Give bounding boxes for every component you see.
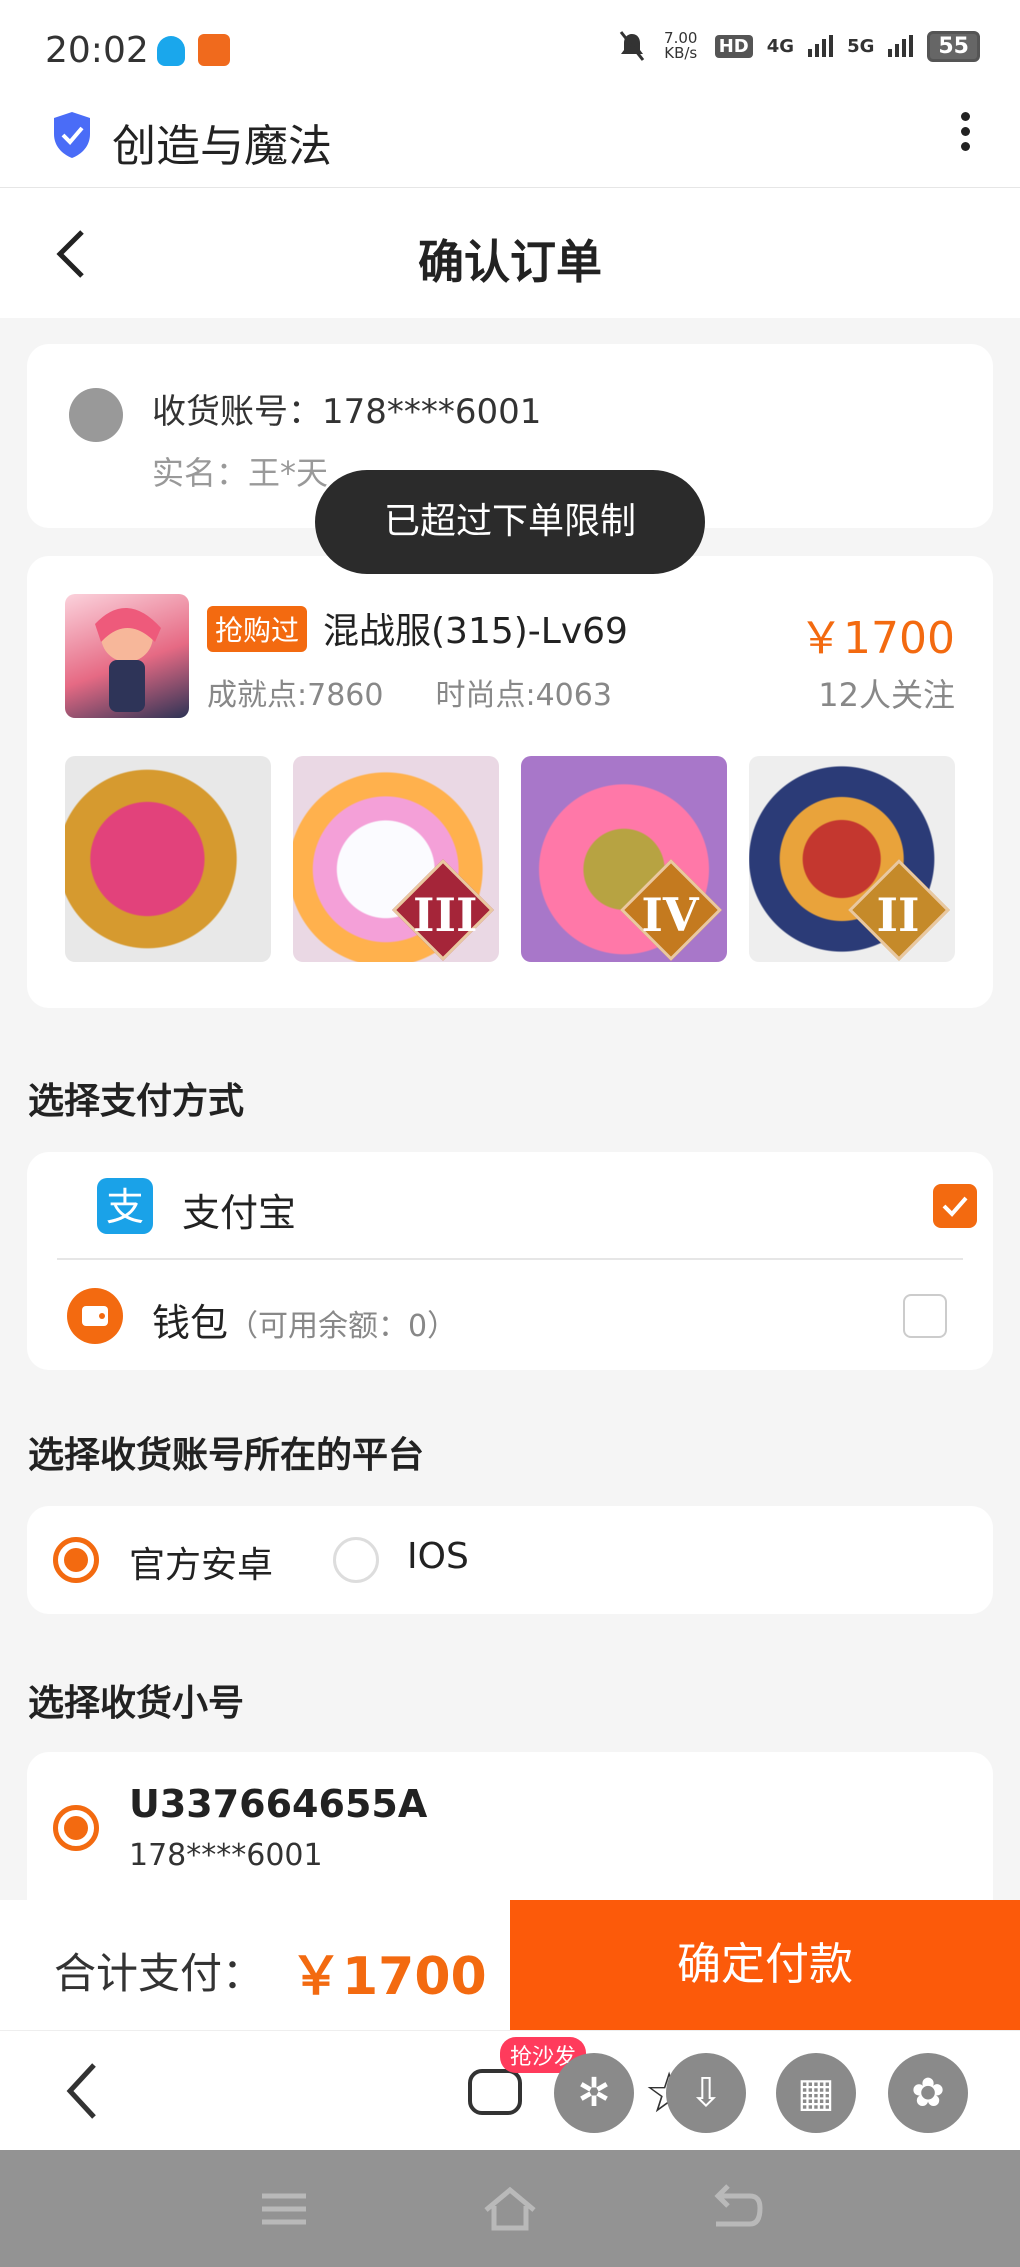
check-icon	[942, 1196, 968, 1217]
pet-image-bear[interactable]: IV	[521, 756, 727, 962]
payment-option-alipay[interactable]: 支 支付宝	[57, 1152, 977, 1260]
ios-label[interactable]: IOS	[407, 1536, 469, 1577]
payment-bar: 合计支付： ￥1700 确定付款	[0, 1900, 1020, 2030]
alipay-label: 支付宝	[182, 1191, 297, 1235]
net-speed: 7.00 KB/s	[664, 29, 698, 62]
status-time: 20:02	[45, 30, 149, 71]
pet-image-unicorn[interactable]: III	[293, 756, 499, 962]
hd-indicator: HD	[714, 34, 753, 58]
android-radio[interactable]	[53, 1537, 99, 1583]
app-title: 创造与魔法	[112, 121, 332, 172]
home-icon[interactable]	[480, 2184, 540, 2234]
download-icon[interactable]: ⇩	[666, 2053, 746, 2133]
toast-message: 已超过下单限制	[315, 470, 705, 574]
page-header: 确认订单	[0, 188, 1020, 318]
shield-check-icon	[54, 112, 90, 158]
svg-text:支: 支	[106, 1185, 144, 1229]
tier-label: II	[876, 888, 920, 942]
payment-methods-card: 支 支付宝 钱包（可用余额：0）	[27, 1152, 993, 1370]
browser-toolbar: 抢沙发 ✲ ☆ ⇩ ▦ ✿	[0, 2030, 1020, 2150]
signal-5g: 5G	[847, 35, 875, 57]
real-name: 实名：王*天	[152, 454, 329, 492]
follow-count: 12人关注	[818, 676, 955, 714]
fashion-points: 时尚点:4063	[435, 678, 612, 713]
more-menu-icon[interactable]	[950, 106, 980, 166]
product-stats: 成就点:7860 时尚点:4063	[207, 670, 612, 714]
wallet-label: 钱包（可用余额：0）	[152, 1292, 457, 1347]
product-name: 混战服(315)-Lv69	[323, 611, 628, 652]
mute-bell-icon	[619, 31, 644, 61]
character-thumbnail	[65, 594, 189, 718]
system-back-icon[interactable]	[706, 2184, 766, 2234]
achievement-points: 成就点:7860	[207, 678, 384, 713]
qq-notification-icon	[157, 36, 185, 66]
total-amount: ￥1700	[290, 1947, 487, 2007]
total-label: 合计支付：	[54, 1949, 265, 1998]
app-bar: 创造与魔法	[0, 100, 1020, 188]
wallet-balance: （可用余额：0）	[228, 1309, 458, 1344]
app-notification-icon	[198, 34, 230, 66]
small-account-radio[interactable]	[53, 1805, 99, 1851]
pet-image-beast[interactable]: II	[749, 756, 955, 962]
browser-back-icon[interactable]	[58, 2059, 108, 2123]
status-bar: 20:02 7.00 KB/s HD 4G 5G 55	[0, 0, 1020, 100]
comment-icon[interactable]	[468, 2069, 522, 2115]
menu-icon[interactable]	[254, 2184, 314, 2234]
small-account-card[interactable]: U337664655A 178****6001	[27, 1752, 993, 1902]
product-card[interactable]: 抢购过 混战服(315)-Lv69 ￥1700 成就点:7860 时尚点:4063…	[27, 556, 993, 1008]
signal-bars-icon	[808, 35, 834, 57]
wallet-checkbox[interactable]	[903, 1294, 947, 1338]
ios-radio[interactable]	[333, 1537, 379, 1583]
tabs-grid-icon[interactable]: ▦	[776, 2053, 856, 2133]
small-account-section-title: 选择收货小号	[28, 1683, 245, 1724]
page-title: 确认订单	[418, 235, 602, 289]
alipay-checkbox[interactable]	[933, 1184, 977, 1228]
system-icons: 7.00 KB/s HD 4G 5G 55	[617, 30, 980, 62]
signal-bars-icon	[888, 35, 914, 57]
signal-4g: 4G	[766, 35, 795, 57]
confirm-payment-button[interactable]: 确定付款	[510, 1900, 1020, 2030]
pet-gallery: III IV II	[65, 756, 955, 962]
system-navigation-bar	[0, 2150, 1020, 2267]
wallet-icon	[67, 1288, 123, 1344]
receiving-account-number: 收货账号：178****6001	[152, 392, 542, 432]
baidu-paw-icon[interactable]: ✿	[888, 2053, 968, 2133]
android-label[interactable]: 官方安卓	[129, 1536, 273, 1588]
small-account-uid: U337664655A	[129, 1782, 428, 1826]
payment-section-title: 选择支付方式	[28, 1081, 245, 1122]
battery-indicator: 55	[927, 30, 980, 62]
wallet-label-text: 钱包	[152, 1301, 229, 1345]
tier-label: III	[413, 888, 478, 942]
purchased-tag: 抢购过	[207, 606, 308, 652]
pet-image-dragon[interactable]	[65, 756, 271, 962]
platform-section-title: 选择收货账号所在的平台	[28, 1435, 425, 1476]
small-account-phone: 178****6001	[129, 1838, 323, 1873]
product-price: ￥1700	[799, 613, 955, 664]
alipay-icon: 支	[97, 1178, 153, 1234]
ai-assistant-icon[interactable]: ✲	[554, 2053, 634, 2133]
tier-label: IV	[641, 888, 699, 942]
payment-option-wallet[interactable]: 钱包（可用余额：0）	[27, 1262, 993, 1370]
platform-card: 官方安卓 IOS	[27, 1506, 993, 1614]
avatar	[69, 388, 123, 442]
